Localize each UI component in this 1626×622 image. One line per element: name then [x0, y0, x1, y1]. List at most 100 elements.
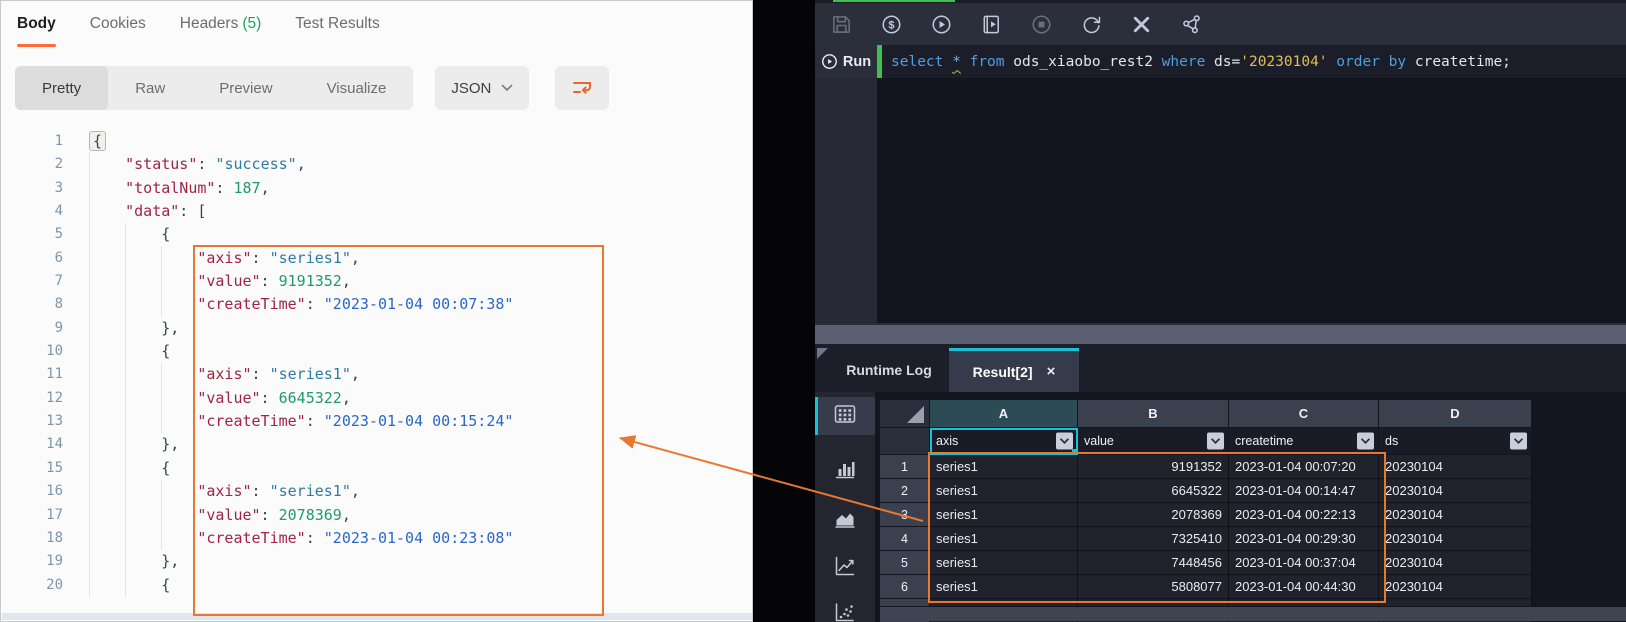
filter-cell-axis[interactable]: axis	[930, 428, 1078, 455]
tab-body[interactable]: Body	[17, 15, 56, 47]
cost-icon[interactable]: $	[879, 12, 903, 36]
save-icon[interactable]	[829, 12, 853, 36]
format-icon[interactable]	[1129, 12, 1153, 36]
scatter-chart-view-button[interactable]	[815, 595, 875, 622]
wrap-text-button[interactable]	[555, 66, 610, 110]
tab-test-results[interactable]: Test Results	[295, 15, 379, 47]
line-number: 8	[54, 296, 63, 313]
table-grid-view-button[interactable]	[815, 397, 875, 435]
grid-select-all-corner[interactable]	[880, 400, 930, 428]
bar-chart-view-button[interactable]	[815, 452, 875, 490]
row-number-cell[interactable]: 4	[880, 527, 930, 551]
view-preview-button[interactable]: Preview	[192, 66, 299, 110]
grid-highlight-box	[928, 452, 1386, 603]
json-token: "totalNum"	[125, 178, 216, 197]
panel-fold-handle-icon[interactable]	[817, 348, 828, 359]
run-button-label: Run	[842, 53, 872, 70]
tab-headers[interactable]: Headers (5)	[180, 15, 262, 47]
cell-ds[interactable]: 20230104	[1379, 503, 1532, 527]
cell-ds[interactable]: 20230104	[1379, 455, 1532, 479]
filter-dropdown-button[interactable]	[1510, 432, 1527, 450]
bar-chart-icon	[832, 456, 858, 487]
sql-token: createtime;	[1406, 53, 1511, 70]
view-pretty-button[interactable]: Pretty	[15, 66, 109, 110]
response-view-controls: Pretty Raw Preview Visualize JSON	[15, 65, 610, 111]
dag-icon[interactable]	[1179, 12, 1203, 36]
json-token: 187	[233, 178, 261, 197]
area-chart-view-button[interactable]	[815, 502, 875, 540]
line-number: 12	[46, 389, 63, 406]
cell-ds[interactable]: 20230104	[1379, 527, 1532, 551]
filter-dropdown-button[interactable]	[1357, 432, 1374, 450]
filter-dropdown-button[interactable]	[1207, 432, 1224, 450]
run-book-icon[interactable]	[979, 12, 1003, 36]
format-select-dropdown[interactable]: JSON	[435, 66, 530, 110]
column-header-a[interactable]: A	[930, 400, 1078, 428]
sql-editor-body[interactable]	[815, 78, 1626, 323]
cell-ds[interactable]: 20230104	[1379, 575, 1532, 599]
tab-result[interactable]: Result[2] ×	[949, 348, 1079, 392]
code-line-content: },	[63, 433, 179, 456]
view-preview-label: Preview	[219, 79, 273, 97]
row-number-cell[interactable]: 1	[880, 455, 930, 479]
column-header-b[interactable]: B	[1078, 400, 1229, 428]
filter-cell-ds[interactable]: ds	[1379, 428, 1532, 455]
refresh-icon[interactable]	[1079, 12, 1103, 36]
filter-ds-label: ds	[1385, 434, 1399, 448]
row-number-cell[interactable]: 2	[880, 479, 930, 503]
view-visualize-button[interactable]: Visualize	[300, 66, 414, 110]
editor-horizontal-scrollbar[interactable]	[815, 323, 1626, 344]
row-number-cell[interactable]: 6	[880, 575, 930, 599]
run-button[interactable]: Run	[815, 45, 877, 78]
view-raw-button[interactable]: Raw	[108, 66, 192, 110]
line-number: 14	[46, 436, 63, 453]
line-chart-view-button[interactable]	[815, 549, 875, 587]
code-line-content: "totalNum": 187,	[63, 177, 270, 200]
row-number-cell[interactable]: 5	[880, 551, 930, 575]
sql-token: '20230104'	[1240, 53, 1328, 70]
stop-icon[interactable]	[1029, 12, 1053, 36]
json-token: "success"	[215, 155, 297, 174]
grid-horizontal-scrollbar[interactable]	[880, 606, 1626, 621]
filter-cell-createtime[interactable]: createtime	[1229, 428, 1379, 455]
line-number: 2	[54, 156, 63, 173]
json-token: :	[197, 155, 216, 174]
cell-ds[interactable]: 20230104	[1379, 479, 1532, 503]
filter-value-label: value	[1084, 434, 1114, 448]
chevron-down-icon	[1210, 438, 1221, 444]
screenshot-stage: Body Cookies Headers (5) Test Results Pre…	[0, 0, 1626, 622]
row-number-cell[interactable]: 3	[880, 503, 930, 527]
sql-editor-active-line: Run select * from ods_xiaobo_rest2 where…	[815, 45, 1626, 78]
scatter-chart-icon	[832, 599, 858, 622]
column-header-d[interactable]: D	[1379, 400, 1532, 428]
column-header-b-label: B	[1148, 406, 1158, 421]
close-icon[interactable]: ×	[1047, 364, 1056, 379]
run-circle-icon[interactable]	[929, 12, 953, 36]
filter-dropdown-button[interactable]	[1056, 432, 1073, 450]
line-number: 17	[46, 506, 63, 523]
status-indicator-line	[833, 0, 955, 2]
tab-cookies[interactable]: Cookies	[90, 15, 146, 47]
cell-ds[interactable]: 20230104	[1379, 551, 1532, 575]
tab-runtime-log[interactable]: Runtime Log	[829, 348, 949, 392]
filter-cell-value[interactable]: value	[1078, 428, 1229, 455]
column-header-c[interactable]: C	[1229, 400, 1379, 428]
sql-query-text[interactable]: select * from ods_xiaobo_rest2 where ds=…	[882, 45, 1626, 78]
